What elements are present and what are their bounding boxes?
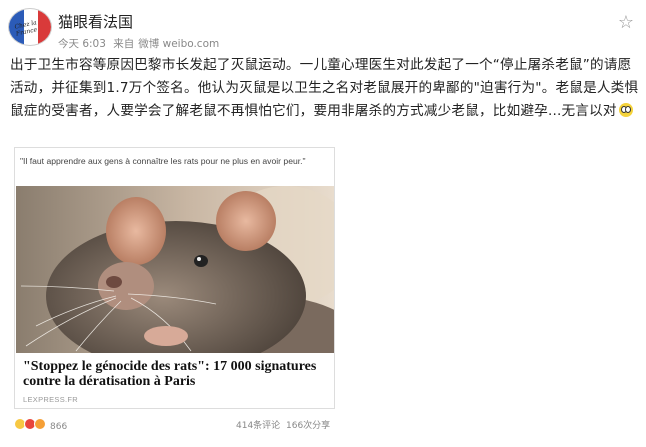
- post-text: 出于卫生市容等原因巴黎市长发起了灭鼠运动。一儿童心理医生对此发起了一个“停止屠杀…: [10, 57, 639, 119]
- star-icon[interactable]: ☆: [618, 12, 634, 33]
- reposts-count[interactable]: 166次分享: [286, 418, 330, 431]
- reactions-count: 866: [50, 422, 68, 432]
- card-source: LEXPRESS.FR: [23, 395, 78, 404]
- card-quote: "Il faut apprendre aux gens à connaître …: [20, 156, 306, 166]
- reactions[interactable]: 866: [14, 418, 67, 432]
- post-meta: 今天 6:03 来自 微博 weibo.com: [58, 36, 223, 51]
- scared-face-icon: [618, 103, 633, 117]
- avatar[interactable]: Chez la France: [8, 8, 52, 46]
- author-name[interactable]: 猫眼看法国: [58, 11, 133, 32]
- post-time[interactable]: 今天 6:03: [58, 38, 106, 50]
- post-content: 出于卫生市容等原因巴黎市长发起了灭鼠运动。一儿童心理医生对此发起了一个“停止屠杀…: [10, 54, 640, 123]
- rat-photo-illustration: [16, 186, 334, 353]
- post-stats: 866 414条评论 166次分享: [10, 418, 340, 434]
- rat-photo[interactable]: [16, 186, 334, 353]
- post-source[interactable]: 微博 weibo.com: [138, 38, 219, 50]
- laugh-reaction-icon: [34, 418, 46, 430]
- link-card[interactable]: "Il faut apprendre aux gens à connaître …: [14, 147, 335, 409]
- comments-count[interactable]: 414条评论: [236, 418, 280, 431]
- source-prefix: 来自: [113, 38, 135, 50]
- card-headline[interactable]: "Stoppez le génocide des rats": 17 000 s…: [23, 359, 328, 389]
